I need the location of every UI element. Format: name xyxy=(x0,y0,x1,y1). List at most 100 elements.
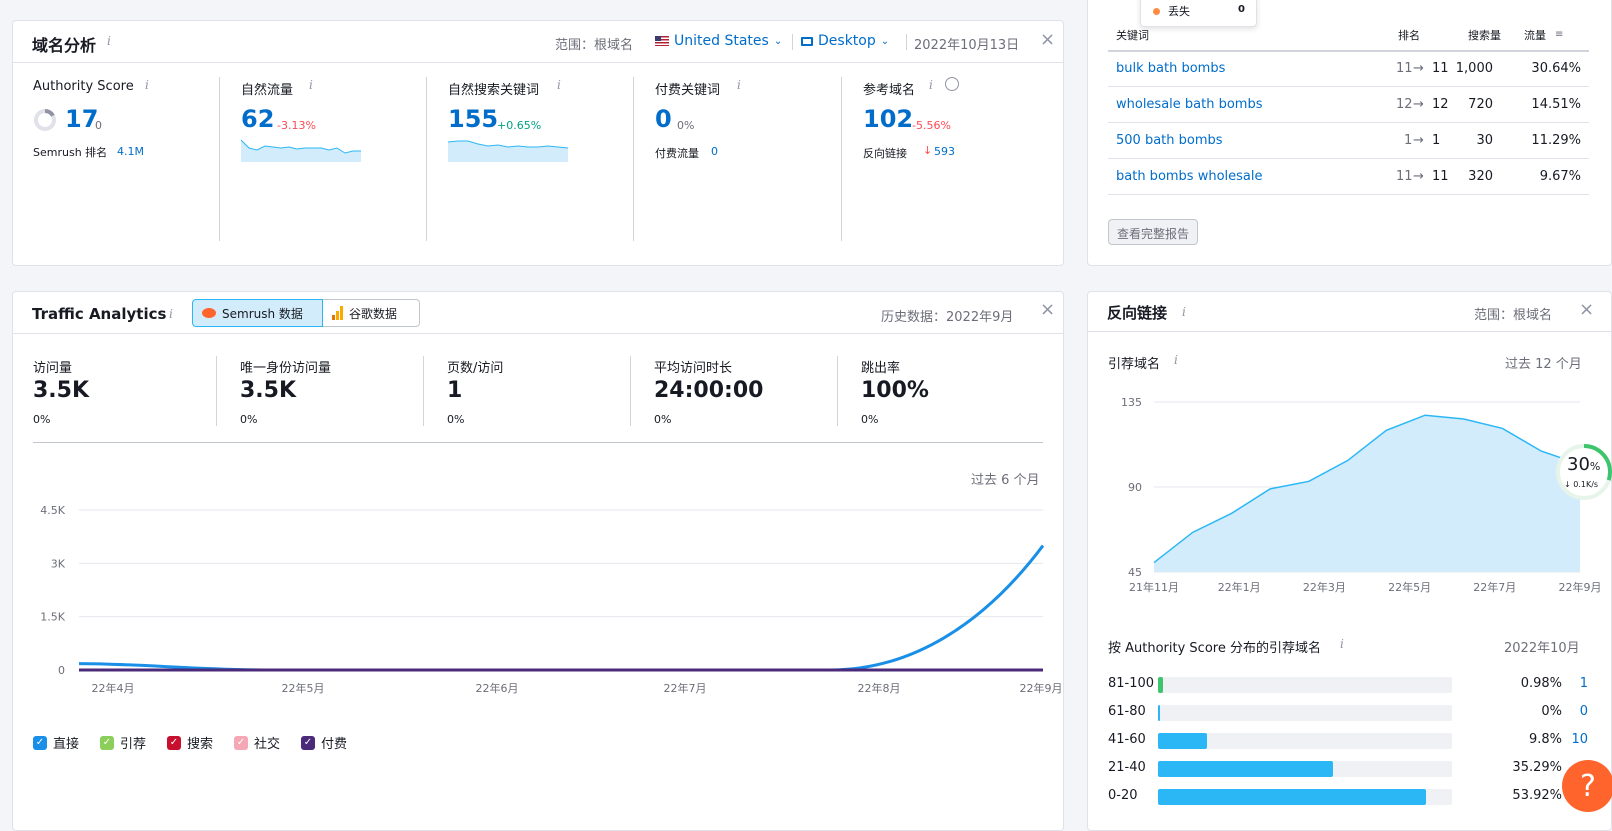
bar[interactable] xyxy=(1158,789,1426,805)
bar-percent-label: 35.29% xyxy=(1512,760,1562,775)
bar-percent-label: 53.92% xyxy=(1512,788,1562,803)
legend-referral[interactable]: ✓ 引荐 xyxy=(100,733,146,752)
paid-traffic-value[interactable]: 0 xyxy=(711,145,718,158)
legend-search[interactable]: ✓ 搜索 xyxy=(167,733,213,752)
bar-count-link[interactable]: 1 xyxy=(1568,676,1588,691)
close-icon[interactable]: × xyxy=(1040,31,1055,49)
keyword-link[interactable]: bath bombs wholesale xyxy=(1116,169,1263,184)
info-icon[interactable]: i xyxy=(929,78,933,92)
x-tick-label: 22年5月 xyxy=(282,681,325,695)
authority-distribution-date: 2022年10月 xyxy=(1504,641,1580,656)
authority-score-label: Authority Score xyxy=(33,79,134,94)
backlinks-card: 反向链接 i 范围：根域名 × 引荐域名 i 过去 12 个月 45 90 135 2… xyxy=(1087,291,1612,831)
checkbox-icon: ✓ xyxy=(234,735,248,750)
chart-legend: ✓ 直接 ✓ 引荐 ✓ 搜索 ✓ 社交 ✓ 付费 xyxy=(33,733,433,752)
info-icon[interactable]: i xyxy=(169,307,173,321)
organic-traffic-value[interactable]: 62 xyxy=(241,105,274,133)
pages-per-visit-label: 页数/访问 xyxy=(447,361,504,376)
bar-count-link[interactable]: 0 xyxy=(1568,704,1588,719)
semrush-rank-label: Semrush 排名 xyxy=(33,146,108,159)
x-tick-label: 22年6月 xyxy=(476,681,519,695)
country-selector[interactable]: United States ⌄ xyxy=(655,33,782,49)
position-from: 11 xyxy=(1396,61,1413,76)
help-button[interactable]: ? xyxy=(1562,760,1612,812)
device-selector[interactable]: Desktop ⌄ xyxy=(801,33,889,49)
arrow-right-icon: → xyxy=(1413,61,1424,76)
y-tick-label: 0 xyxy=(58,664,65,677)
col-traffic[interactable]: 流量 xyxy=(1524,27,1546,43)
keywords-card: 丢失 0 关键词 排名 搜索量 流量 ≡ bulk bath bombs 11 … xyxy=(1087,0,1612,266)
lost-label: 丢失 xyxy=(1168,5,1190,18)
legend-direct[interactable]: ✓ 直接 xyxy=(33,733,79,752)
checkbox-icon: ✓ xyxy=(100,735,114,750)
legend-paid[interactable]: ✓ 付费 xyxy=(301,733,347,752)
organic-keywords-value[interactable]: 155 xyxy=(448,105,498,133)
arrow-right-icon: → xyxy=(1413,169,1424,184)
arrow-down-icon: ↓ xyxy=(923,144,933,157)
checkbox-icon: ✓ xyxy=(301,735,315,750)
bar-category-label: 41-60 xyxy=(1108,732,1146,747)
info-icon[interactable]: i xyxy=(737,78,741,92)
referring-domains-area-chart: 45 90 135 21年11月 22年1月 22年3月 22年5月 22年7月 22年9月 xyxy=(1121,396,1602,594)
authority-score-delta: 0 xyxy=(95,119,102,132)
y-tick-label: 45 xyxy=(1128,566,1142,579)
bar-percent-label: 0.98% xyxy=(1520,676,1562,691)
bar[interactable] xyxy=(1158,733,1207,749)
us-flag-icon xyxy=(655,36,669,46)
col-keyword: 关键词 xyxy=(1116,29,1149,42)
position-from: 12 xyxy=(1396,97,1413,112)
y-tick-label: 135 xyxy=(1121,396,1142,409)
tab-semrush-data[interactable]: Semrush 数据 xyxy=(192,299,323,327)
full-report-button[interactable]: 查看完整报告 xyxy=(1108,219,1199,245)
legend-social[interactable]: ✓ 社交 xyxy=(234,733,280,752)
x-tick-label: 22年9月 xyxy=(1559,580,1602,594)
paid-keywords-delta: 0% xyxy=(677,119,695,132)
unique-visitors-value: 3.5K xyxy=(240,378,297,403)
referring-domains-value[interactable]: 102 xyxy=(863,105,913,133)
organic-keywords-sparkline xyxy=(448,140,568,162)
close-icon[interactable]: × xyxy=(1579,301,1594,319)
info-icon[interactable]: i xyxy=(557,78,561,92)
unique-visitors-label: 唯一身份访问量 xyxy=(240,361,332,376)
close-icon[interactable]: × xyxy=(1040,301,1055,319)
avg-duration-value: 24:00:00 xyxy=(654,378,764,403)
bar-track xyxy=(1158,789,1452,805)
table-row: bulk bath bombs 11 → 11 1,000 30.64% xyxy=(1108,51,1589,87)
x-tick-label: 22年7月 xyxy=(664,681,707,695)
speed-percent: 30 xyxy=(1567,454,1590,475)
backlinks-value[interactable]: 593 xyxy=(934,145,955,158)
referring-period: 过去 12 个月 xyxy=(1505,357,1582,372)
semrush-logo-icon xyxy=(202,308,216,318)
checkbox-icon: ✓ xyxy=(167,735,181,750)
info-icon[interactable]: i xyxy=(1182,305,1186,319)
paid-traffic-label: 付费流量 xyxy=(655,147,699,160)
checkbox-icon: ✓ xyxy=(33,735,47,750)
paid-keywords-value[interactable]: 0 xyxy=(655,105,672,133)
backlinks-title: 反向链接 xyxy=(1107,304,1168,322)
semrush-rank-value[interactable]: 4.1M xyxy=(117,145,144,158)
keyword-link[interactable]: wholesale bath bombs xyxy=(1116,97,1263,112)
referring-domains-label: 参考域名 xyxy=(863,83,916,98)
bar[interactable] xyxy=(1158,761,1334,777)
traffic: 11.29% xyxy=(1531,133,1581,148)
info-icon[interactable]: i xyxy=(1340,637,1344,651)
bar-count-link[interactable]: 10 xyxy=(1568,732,1588,747)
bar-track xyxy=(1158,733,1452,749)
info-icon[interactable]: i xyxy=(107,34,111,48)
info-icon[interactable]: i xyxy=(145,78,149,92)
authority-score-ring xyxy=(34,109,56,131)
sort-icon[interactable]: ≡ xyxy=(1555,29,1563,40)
bar[interactable] xyxy=(1158,705,1160,721)
bar[interactable] xyxy=(1158,677,1163,693)
x-tick-label: 22年7月 xyxy=(1473,580,1516,594)
info-icon[interactable]: i xyxy=(1174,353,1178,367)
info-icon[interactable]: i xyxy=(309,78,313,92)
country-label: United States xyxy=(674,33,769,49)
authority-score-value[interactable]: 17 xyxy=(65,105,98,133)
traffic: 14.51% xyxy=(1531,97,1581,112)
tab-semrush-label: Semrush 数据 xyxy=(222,306,303,321)
keyword-link[interactable]: bulk bath bombs xyxy=(1116,61,1225,76)
tab-google-data[interactable]: 谷歌数据 xyxy=(323,299,420,327)
history-label: 历史数据：2022年9月 xyxy=(881,310,1014,325)
keyword-link[interactable]: 500 bath bombs xyxy=(1116,133,1223,148)
